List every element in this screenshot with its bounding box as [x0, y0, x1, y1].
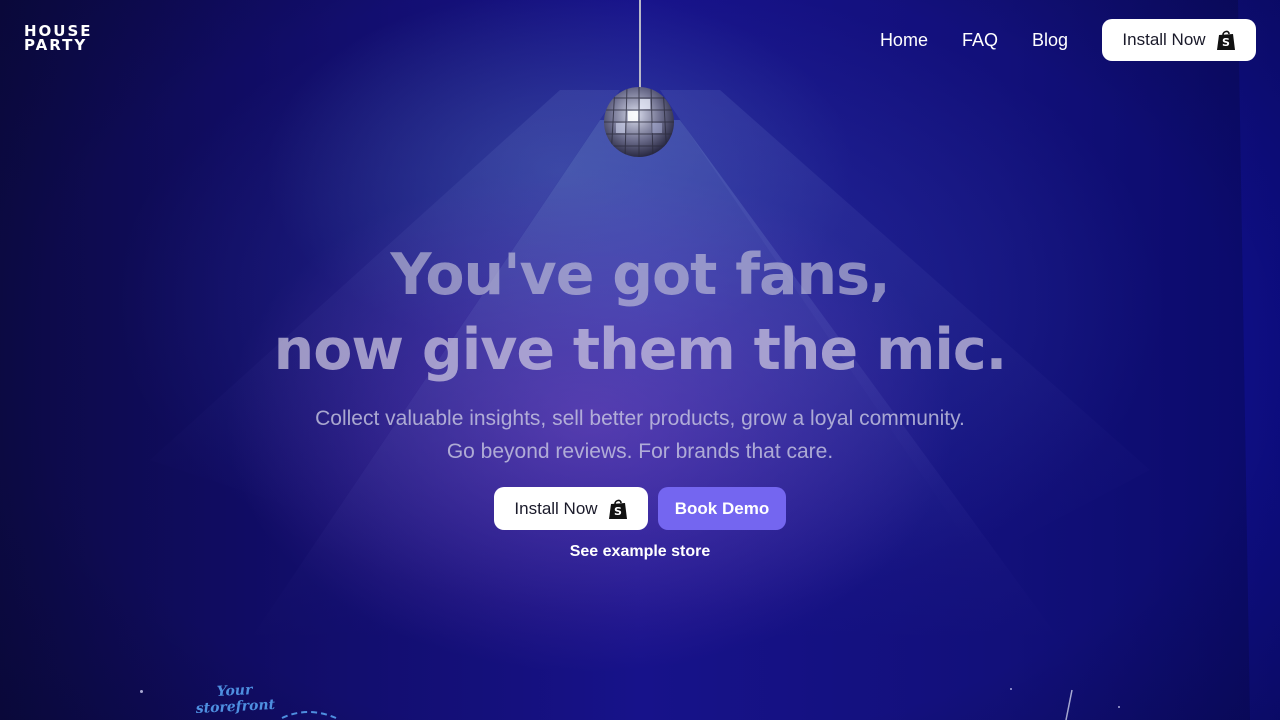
hero-install-button[interactable]: Install Now S	[494, 487, 648, 530]
hero-install-label: Install Now	[514, 498, 598, 518]
shopify-bag-icon: S	[608, 499, 627, 519]
hero-subtitle-line1: Collect valuable insights, sell better p…	[315, 407, 965, 430]
top-nav: Home FAQ Blog Install Now S	[880, 19, 1256, 61]
nav-blog-link[interactable]: Blog	[1032, 30, 1068, 51]
header-install-button[interactable]: Install Now S	[1102, 19, 1256, 61]
hero-subtitle-line2: Go beyond reviews. For brands that care.	[446, 440, 834, 463]
svg-text:S: S	[1222, 36, 1230, 49]
sparkle-dot	[1118, 706, 1120, 708]
hero-title-line1: You've got fans,	[390, 242, 890, 308]
hero-title-line2: now give them the mic.	[273, 317, 1008, 383]
cta-row: Install Now S Book Demo	[494, 487, 786, 530]
nav-home-link[interactable]: Home	[880, 30, 928, 51]
header-install-label: Install Now	[1122, 30, 1206, 49]
logo-line2: PARTY	[24, 36, 88, 54]
disco-cord	[639, 0, 641, 88]
storefront-label: Your storefront	[189, 681, 281, 718]
nav-faq-link[interactable]: FAQ	[962, 30, 998, 51]
dashed-arc-icon	[281, 711, 337, 719]
logo[interactable]: HOUSE PARTY	[24, 24, 93, 54]
hero-subtitle: Collect valuable insights, sell better p…	[0, 402, 1280, 468]
storefront-line2: storefront	[195, 696, 276, 718]
disco-ball-icon	[604, 87, 674, 157]
sparkle-dot	[1010, 688, 1012, 690]
hero-title: You've got fans, now give them the mic.	[0, 238, 1280, 388]
sparkle-dot	[140, 690, 143, 693]
example-store-link[interactable]: See example store	[0, 543, 1280, 561]
svg-text:S: S	[614, 505, 622, 518]
shopify-bag-icon: S	[1216, 30, 1235, 50]
book-demo-button[interactable]: Book Demo	[658, 487, 786, 530]
